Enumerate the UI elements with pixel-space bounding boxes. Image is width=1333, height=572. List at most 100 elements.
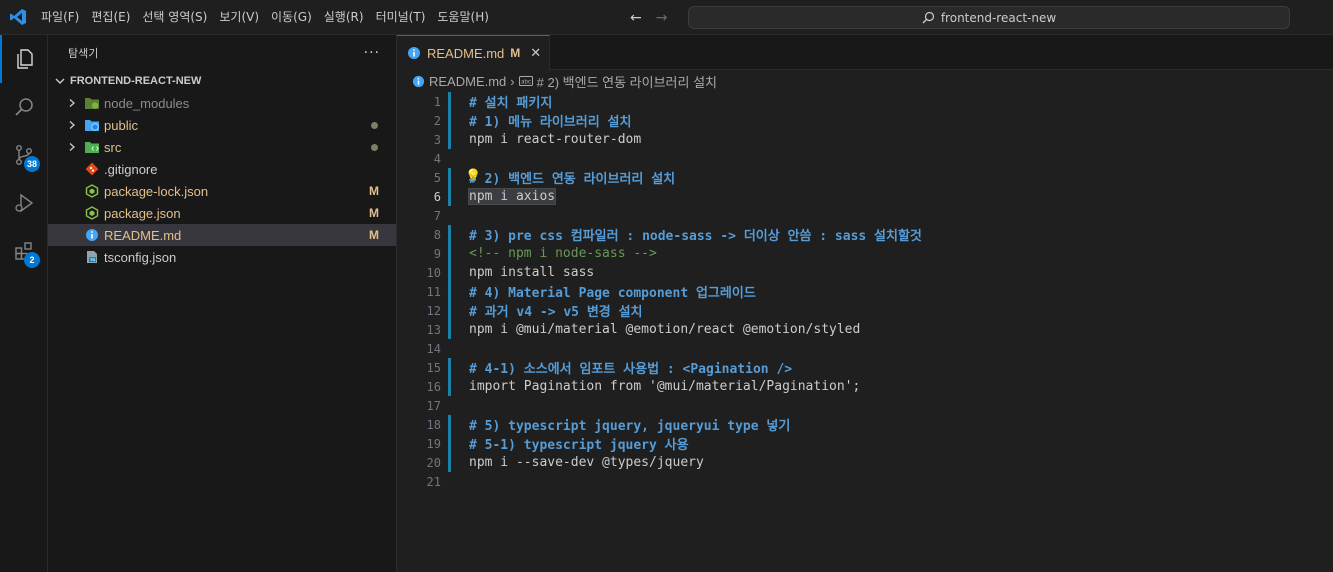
- code-text: <!-- npm i node-sass -->: [469, 246, 657, 261]
- workspace-folder[interactable]: FRONTEND-REACT-NEW: [48, 70, 396, 92]
- git-gutter-indicator: [448, 206, 459, 225]
- code-line[interactable]: 18 # 5) typescript jquery, jqueryui type …: [397, 415, 1333, 434]
- code-line[interactable]: 9 <!-- npm i node-sass -->: [397, 244, 1333, 263]
- explorer-sidebar: 탐색기 ··· FRONTEND-REACT-NEW node_modules …: [48, 35, 397, 572]
- activity-bar: 38 2: [0, 35, 48, 572]
- breadcrumb-file[interactable]: README.md: [429, 74, 506, 89]
- run-debug-activity[interactable]: [0, 179, 48, 227]
- back-arrow-icon[interactable]: ←: [630, 10, 642, 26]
- code-line[interactable]: 12 # 과거 v4 -> v5 변경 설치: [397, 301, 1333, 320]
- tree-item-package-json[interactable]: package.json M: [48, 202, 396, 224]
- search-icon: [15, 98, 33, 116]
- extensions-badge: 2: [24, 252, 40, 268]
- code-line[interactable]: 8 # 3) pre css 컴파일러 : node-sass -> 더이상 안씀…: [397, 225, 1333, 244]
- info-icon: [412, 75, 425, 87]
- code-line[interactable]: 11 # 4) Material Page component 업그레이드: [397, 282, 1333, 301]
- modified-badge: M: [369, 184, 379, 198]
- breadcrumb-symbol[interactable]: # 2) 백엔드 연동 라이브러리 설치: [537, 72, 717, 91]
- code-line[interactable]: 1 # 설치 패키지: [397, 92, 1333, 111]
- code-text: # 설치 패키지: [469, 96, 553, 111]
- code-text: # 과거 v4 -> v5 변경 설치: [469, 305, 643, 320]
- code-line[interactable]: 4: [397, 149, 1333, 168]
- menu-view[interactable]: 보기(V): [213, 0, 265, 35]
- chevron-right-icon: [64, 136, 80, 158]
- chevron-right-icon: ›: [510, 73, 515, 89]
- command-center[interactable]: frontend-react-new: [688, 6, 1290, 29]
- tree-item-node-modules[interactable]: node_modules: [48, 92, 396, 114]
- tree-item-readme-md[interactable]: README.md M: [48, 224, 396, 246]
- code-line[interactable]: 5 # 2) 백엔드 연동 라이브러리 설치 💡: [397, 168, 1333, 187]
- tree-item-label: tsconfig.json: [104, 249, 177, 265]
- code-line[interactable]: 17: [397, 396, 1333, 415]
- tree-item-tsconfig-json[interactable]: TS tsconfig.json: [48, 246, 396, 268]
- line-number: 19: [426, 436, 441, 451]
- src-folder-icon: [84, 139, 100, 155]
- line-number: 12: [426, 303, 441, 318]
- code-text: npm i --save-dev @types/jquery: [469, 455, 704, 470]
- git-gutter-indicator: [448, 472, 459, 491]
- modified-badge: M: [369, 206, 379, 220]
- editor-area: README.md M ✕ README.md › abc # 2) 백엔드 연…: [397, 35, 1333, 572]
- menu-help[interactable]: 도움말(H): [431, 0, 495, 35]
- line-number: 21: [426, 474, 441, 489]
- title-bar: 파일(F) 편집(E) 선택 영역(S) 보기(V) 이동(G) 실행(R) 터…: [0, 0, 1333, 35]
- tree-item-package-lock-json[interactable]: package-lock.json M: [48, 180, 396, 202]
- tree-item-label: .gitignore: [104, 161, 158, 177]
- menu-terminal[interactable]: 터미널(T): [370, 0, 432, 35]
- line-number: 15: [426, 360, 441, 375]
- search-activity[interactable]: [0, 83, 48, 131]
- code-line[interactable]: 2 # 1) 메뉴 라이브러리 설치: [397, 111, 1333, 130]
- lightbulb-icon[interactable]: 💡: [465, 169, 481, 184]
- line-number: 13: [426, 322, 441, 337]
- tree-item-label: package.json: [104, 205, 181, 221]
- git-gutter-indicator: [448, 263, 459, 282]
- chevron-right-icon: [64, 114, 80, 136]
- menu-selection[interactable]: 선택 영역(S): [136, 0, 213, 35]
- line-number: 14: [426, 341, 441, 356]
- code-line[interactable]: 14: [397, 339, 1333, 358]
- source-control-activity[interactable]: 38: [0, 131, 48, 179]
- git-gutter-indicator: [448, 149, 459, 168]
- explorer-activity[interactable]: [0, 35, 48, 83]
- more-actions-icon[interactable]: ···: [364, 45, 380, 61]
- code-editor[interactable]: 1 # 설치 패키지 2 # 1) 메뉴 라이브러리 설치 3 npm i react-r…: [397, 92, 1333, 491]
- line-number: 18: [426, 417, 441, 432]
- code-line[interactable]: 13 npm i @mui/material @emotion/react @em…: [397, 320, 1333, 339]
- line-number: 16: [426, 379, 441, 394]
- code-text: npm install sass: [469, 265, 595, 280]
- menu-run[interactable]: 실행(R): [318, 0, 370, 35]
- tab-readme-md[interactable]: README.md M ✕: [397, 35, 551, 70]
- modified-dot: [371, 121, 378, 129]
- modified-badge: M: [369, 228, 379, 242]
- tab-modified-indicator: M: [510, 46, 521, 60]
- git-gutter-indicator: [448, 377, 459, 396]
- tree-item-gitignore[interactable]: .gitignore: [48, 158, 396, 180]
- info-icon: [408, 47, 420, 59]
- code-line[interactable]: 20 npm i --save-dev @types/jquery: [397, 453, 1333, 472]
- line-number: 1: [433, 94, 441, 109]
- forward-arrow-icon[interactable]: →: [656, 10, 668, 26]
- menu-file[interactable]: 파일(F): [35, 0, 85, 35]
- code-line[interactable]: 15 # 4-1) 소스에서 임포트 사용법 : <Pagination />: [397, 358, 1333, 377]
- line-number: 5: [433, 170, 441, 185]
- code-line[interactable]: 10 npm install sass: [397, 263, 1333, 282]
- string-symbol-icon: abc: [518, 76, 533, 86]
- code-line[interactable]: 7: [397, 206, 1333, 225]
- git-gutter-indicator: [448, 92, 459, 111]
- tree-item-public[interactable]: public: [48, 114, 396, 136]
- code-line[interactable]: 3 npm i react-router-dom: [397, 130, 1333, 149]
- menu-go[interactable]: 이동(G): [265, 0, 318, 35]
- editor-tabs: README.md M ✕: [397, 35, 1333, 70]
- menu-edit[interactable]: 편집(E): [85, 0, 136, 35]
- code-line[interactable]: 16 import Pagination from '@mui/material/…: [397, 377, 1333, 396]
- git-icon: [84, 161, 100, 177]
- extensions-activity[interactable]: 2: [0, 227, 48, 275]
- tree-item-src[interactable]: src: [48, 136, 396, 158]
- code-line[interactable]: 6 npm i axios: [397, 187, 1333, 206]
- git-gutter-indicator: [448, 415, 459, 434]
- code-line[interactable]: 21: [397, 472, 1333, 491]
- code-line[interactable]: 19 # 5-1) typescript jquery 사용: [397, 434, 1333, 453]
- vscode-logo-icon[interactable]: [0, 0, 35, 35]
- close-icon[interactable]: ✕: [530, 45, 541, 61]
- code-text: # 4-1) 소스에서 임포트 사용법 : <Pagination />: [469, 362, 793, 377]
